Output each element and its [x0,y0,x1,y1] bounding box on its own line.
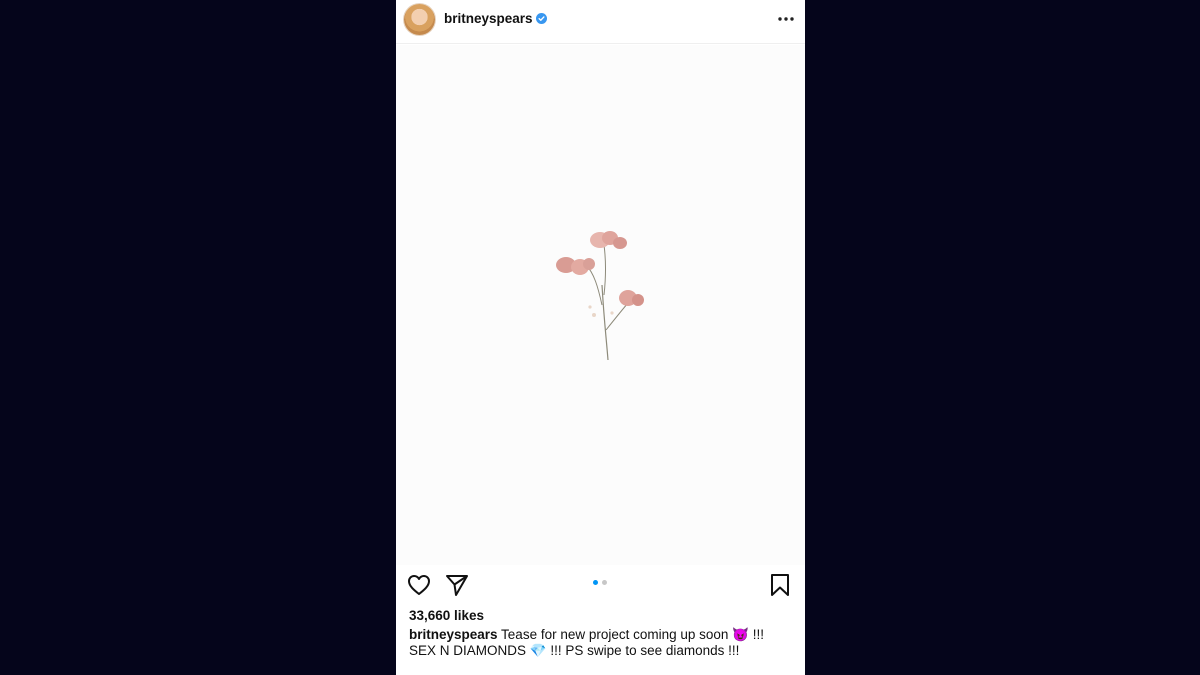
action-bar [396,566,805,606]
flower-illustration [556,231,644,361]
heart-icon[interactable] [406,572,432,598]
verified-badge-icon [536,13,547,24]
carousel-indicator [593,580,609,586]
carousel-dot-active [593,580,598,585]
caption-username[interactable]: britneyspears [409,627,498,642]
post-caption: britneyspears Tease for new project comi… [409,627,794,659]
more-options-icon[interactable] [777,10,795,28]
avatar[interactable] [404,4,435,35]
send-icon[interactable] [444,572,470,598]
post-header: britneyspears [396,0,805,44]
post-username[interactable]: britneyspears [444,11,533,26]
post-image[interactable] [396,45,805,565]
bookmark-icon[interactable] [767,572,793,598]
instagram-post: britneyspears 33,660 likes britneyspears… [396,0,805,675]
likes-count[interactable]: 33,660 likes [409,608,484,623]
carousel-dot [602,580,607,585]
